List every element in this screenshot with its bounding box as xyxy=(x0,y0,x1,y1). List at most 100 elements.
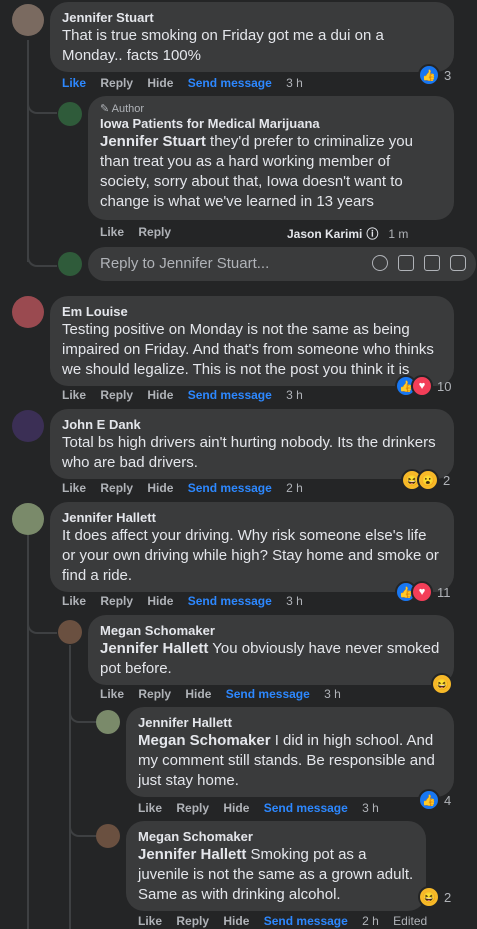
like-button[interactable]: Like xyxy=(138,914,162,928)
timestamp[interactable]: 3 h xyxy=(324,687,341,701)
reaction-count: 10 xyxy=(437,378,452,394)
comment-bubble: Em Louise Testing positive on Monday is … xyxy=(50,296,454,386)
reply-button[interactable]: Reply xyxy=(100,76,133,90)
like-button[interactable]: Like xyxy=(100,687,124,701)
reaction-summary[interactable]: 😆 😮 2 xyxy=(401,469,450,491)
hide-button[interactable]: Hide xyxy=(147,388,173,402)
comment-author[interactable]: John E Dank xyxy=(62,417,442,433)
reply-button[interactable]: Reply xyxy=(176,801,209,815)
reply-input[interactable]: Reply to Jennifer Stuart... xyxy=(88,247,476,281)
gif-icon[interactable] xyxy=(424,255,440,271)
avatar[interactable] xyxy=(12,410,44,442)
page-avatar[interactable] xyxy=(58,102,82,126)
comment-actions: Like Reply Hide Send message 3 h xyxy=(62,594,314,608)
avatar[interactable] xyxy=(12,4,44,36)
comment-bubble: Jennifer Hallett It does affect your dri… xyxy=(50,502,454,592)
info-icon[interactable]: ⓘ xyxy=(366,227,378,241)
reply-button[interactable]: Reply xyxy=(100,481,133,495)
author-badge-label: Author xyxy=(111,103,145,115)
mention-link[interactable]: Jennifer Hallett xyxy=(138,846,246,863)
page-avatar xyxy=(58,252,82,276)
thread-connector xyxy=(69,703,97,723)
mention-link[interactable]: Megan Schomaker xyxy=(138,732,271,749)
hide-button[interactable]: Hide xyxy=(147,481,173,495)
mention-link[interactable]: Jennifer Stuart xyxy=(100,133,206,150)
like-button[interactable]: Like xyxy=(62,481,86,495)
timestamp[interactable]: 2 h xyxy=(286,481,303,495)
reaction-summary[interactable]: 👍 3 xyxy=(418,64,451,86)
thread-connector xyxy=(27,92,57,114)
send-message-button[interactable]: Send message xyxy=(226,687,310,701)
comment-author[interactable]: Megan Schomaker xyxy=(138,829,414,845)
reaction-summary[interactable]: 👍 ♥ 10 xyxy=(395,375,451,397)
camera-icon[interactable] xyxy=(398,255,414,271)
avatar[interactable] xyxy=(96,824,120,848)
like-button[interactable]: Like xyxy=(62,388,86,402)
like-button[interactable]: Like xyxy=(62,76,86,90)
like-button[interactable]: Like xyxy=(100,225,124,239)
haha-reaction-icon: 😆 xyxy=(418,886,440,908)
send-message-button[interactable]: Send message xyxy=(264,801,348,815)
reply-input-tools xyxy=(372,255,466,271)
timestamp[interactable]: 2 h xyxy=(362,914,379,928)
hide-button[interactable]: Hide xyxy=(147,76,173,90)
avatar[interactable] xyxy=(96,710,120,734)
comment-author[interactable]: Jennifer Stuart xyxy=(62,10,442,26)
comment-author[interactable]: Iowa Patients for Medical Marijuana xyxy=(100,116,442,132)
comment-author[interactable]: Jennifer Hallett xyxy=(138,715,442,731)
reply-button[interactable]: Reply xyxy=(100,594,133,608)
timestamp[interactable]: 3 h xyxy=(286,76,303,90)
reaction-summary[interactable]: 👍 ♥ 11 xyxy=(395,581,451,603)
thread-line xyxy=(27,535,29,929)
love-reaction-icon: ♥ xyxy=(411,581,433,603)
wow-reaction-icon: 😮 xyxy=(417,469,439,491)
send-message-button[interactable]: Send message xyxy=(264,914,348,928)
send-message-button[interactable]: Send message xyxy=(188,388,272,402)
timestamp[interactable]: 3 h xyxy=(286,388,303,402)
timestamp[interactable]: 1 m xyxy=(388,227,408,241)
timestamp[interactable]: 3 h xyxy=(362,801,379,815)
emoji-icon[interactable] xyxy=(372,255,388,271)
reply-button[interactable]: Reply xyxy=(100,388,133,402)
reply-button[interactable]: Reply xyxy=(176,914,209,928)
hide-button[interactable]: Hide xyxy=(223,801,249,815)
comment-bubble: Megan Schomaker Jennifer Hallett You obv… xyxy=(88,615,454,685)
like-button[interactable]: Like xyxy=(62,594,86,608)
comment-actions: Like Reply xyxy=(100,225,182,239)
comment-author[interactable]: Megan Schomaker xyxy=(100,623,442,639)
author-badge: ✎ Author xyxy=(100,103,145,115)
reaction-summary[interactable]: 😆 2 xyxy=(418,886,451,908)
avatar[interactable] xyxy=(58,620,82,644)
send-message-button[interactable]: Send message xyxy=(188,481,272,495)
send-message-button[interactable]: Send message xyxy=(188,76,272,90)
comment-bubble: Jennifer Stuart That is true smoking on … xyxy=(50,2,454,72)
comment-author[interactable]: Jennifer Hallett xyxy=(62,510,442,526)
reaction-count: 2 xyxy=(443,472,451,488)
replier-info: Jason Karimi ⓘ 1 m xyxy=(287,225,419,242)
comment-text: It does affect your driving. Why risk so… xyxy=(62,527,439,584)
edited-label[interactable]: Edited xyxy=(393,914,427,928)
hide-button[interactable]: Hide xyxy=(185,687,211,701)
avatar[interactable] xyxy=(12,503,44,535)
reply-button[interactable]: Reply xyxy=(138,225,171,239)
comment-actions: Like Reply Hide Send message 3 h xyxy=(100,687,352,701)
comment-text: Testing positive on Monday is not the sa… xyxy=(62,321,434,378)
like-reaction-icon: 👍 xyxy=(418,789,440,811)
like-button[interactable]: Like xyxy=(138,801,162,815)
comment-actions: Like Reply Hide Send message 3 h xyxy=(62,76,314,90)
timestamp[interactable]: 3 h xyxy=(286,594,303,608)
comment-author[interactable]: Em Louise xyxy=(62,304,442,320)
sticker-icon[interactable] xyxy=(450,255,466,271)
reaction-count: 3 xyxy=(444,67,452,83)
hide-button[interactable]: Hide xyxy=(147,594,173,608)
comment-actions: Like Reply Hide Send message 2 h xyxy=(62,481,314,495)
send-message-button[interactable]: Send message xyxy=(188,594,272,608)
haha-reaction-icon: 😆 xyxy=(431,673,453,695)
reaction-summary[interactable]: 😆 xyxy=(431,673,453,695)
replier-name[interactable]: Jason Karimi xyxy=(287,227,362,241)
avatar[interactable] xyxy=(12,296,44,328)
reply-button[interactable]: Reply xyxy=(138,687,171,701)
mention-link[interactable]: Jennifer Hallett xyxy=(100,640,208,657)
reaction-summary[interactable]: 👍 4 xyxy=(418,789,451,811)
hide-button[interactable]: Hide xyxy=(223,914,249,928)
